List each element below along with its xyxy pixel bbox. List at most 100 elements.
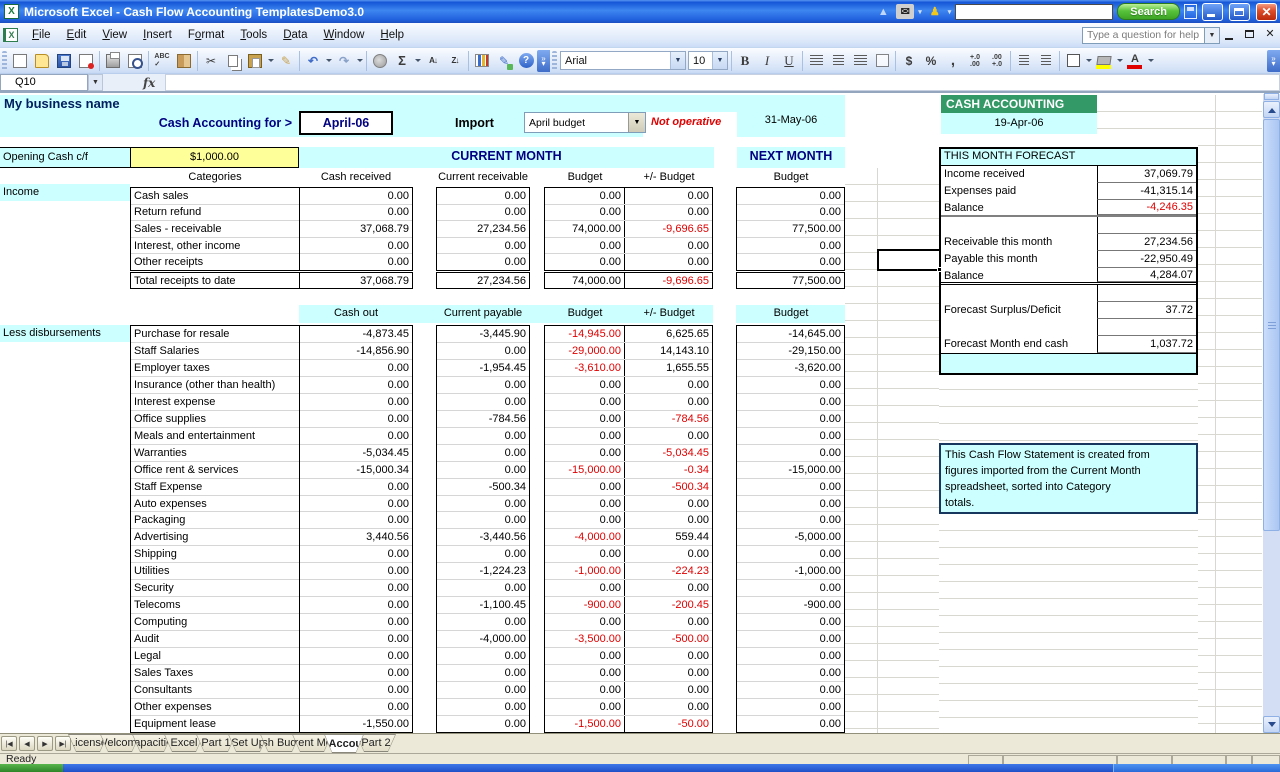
forecast-value[interactable]: 4,284.07	[1097, 268, 1196, 282]
grid-cell-value[interactable]: 0.00	[437, 511, 529, 528]
grid-cell-value[interactable]: -15,000.34	[300, 461, 412, 478]
grid-cell-label[interactable]: Cash sales	[131, 188, 299, 204]
grid-cell-value[interactable]: 37,068.79	[300, 273, 412, 288]
grid-cell-value[interactable]: -50.00	[625, 716, 712, 732]
prev-sheet-icon[interactable]: ◀	[19, 736, 35, 751]
start-button[interactable]	[0, 764, 63, 772]
align-left-icon[interactable]	[805, 51, 827, 71]
grid-cell-value[interactable]: 0.00	[737, 393, 844, 410]
grid-cell-label[interactable]: Staff Expense	[131, 478, 299, 495]
grid-cell-label[interactable]: Purchase for resale	[131, 326, 299, 342]
grid-cell-value[interactable]: 0.00	[545, 580, 625, 596]
grid-cell-value[interactable]: 0.00	[437, 715, 529, 732]
minimize-button[interactable]	[1202, 3, 1223, 21]
grid-cell-value[interactable]: 0.00	[737, 579, 844, 596]
grid-cell-value[interactable]: 0.00	[437, 681, 529, 698]
active-cell-q10[interactable]	[877, 249, 941, 271]
grid-cell-value[interactable]: 0.00	[737, 698, 844, 715]
next-month-header[interactable]: NEXT MONTH	[737, 147, 845, 168]
av-logo-icon[interactable]: ▲	[874, 4, 892, 19]
desktop-search-icon[interactable]	[1184, 4, 1197, 19]
undo-icon[interactable]: ↶	[302, 51, 324, 71]
increase-decimal-icon[interactable]: +.0.00	[964, 51, 986, 71]
forecast-value[interactable]	[1097, 285, 1196, 302]
grid-cell-label[interactable]: Advertising	[131, 528, 299, 545]
grid-cell-label[interactable]: Auto expenses	[131, 495, 299, 512]
grid-cell-label[interactable]: Staff Salaries	[131, 342, 299, 359]
sort-descending-icon[interactable]: Z↓	[444, 51, 466, 71]
forecast-label[interactable]: Balance	[941, 200, 1097, 215]
grid-cell-value[interactable]: 0.00	[737, 204, 844, 221]
fill-handle[interactable]	[937, 267, 942, 272]
grid-cell-value[interactable]: -29,000.00	[545, 343, 625, 359]
grid-cell-value[interactable]: 0.00	[300, 495, 412, 512]
grid-cell-value[interactable]: 0.00	[737, 427, 844, 444]
grid-cell-value[interactable]: -14,945.00	[545, 326, 625, 342]
grid-cell-value[interactable]: 0.00	[545, 699, 625, 715]
grid-cell-value[interactable]: 0.00	[300, 647, 412, 664]
grid-cell-value[interactable]: 0.00	[545, 445, 625, 461]
less-disbursements-label[interactable]: Less disbursements	[0, 325, 130, 342]
grid-cell-value[interactable]: 0.00	[545, 394, 625, 410]
grid-cell-label[interactable]: Audit	[131, 630, 299, 647]
grid-cell-value[interactable]: 0.00	[437, 545, 529, 562]
grid-cell-value[interactable]: 0.00	[300, 630, 412, 647]
grid-cell-value[interactable]: -1,100.45	[437, 596, 529, 613]
grid-cell-value[interactable]: 3,440.56	[300, 528, 412, 545]
grid-cell-value[interactable]: 0.00	[737, 188, 844, 204]
grid-cell-value[interactable]: 0.00	[625, 665, 712, 681]
grid-cell-value[interactable]: 0.00	[545, 682, 625, 698]
chevron-down-icon[interactable]: ▼	[670, 52, 685, 69]
forecast-label[interactable]	[941, 285, 1097, 302]
grid-cell-value[interactable]: -784.56	[625, 411, 712, 427]
grid-cell-value[interactable]: 0.00	[437, 427, 529, 444]
cut-icon[interactable]: ✂	[200, 51, 222, 71]
help-icon[interactable]: ?	[515, 51, 537, 71]
col-header-disb-next-budget[interactable]: Budget	[731, 307, 851, 319]
forecast-value[interactable]: -22,950.49	[1097, 251, 1196, 268]
grid-cell-value[interactable]: 0.00	[545, 428, 625, 444]
tab-cash-accounting[interactable]: Cash Accounting	[324, 734, 364, 753]
grid-cell-label[interactable]: Sales - receivable	[131, 220, 299, 237]
grid-cell-value[interactable]: 0.00	[300, 596, 412, 613]
grid-cell-value[interactable]: 0.00	[300, 376, 412, 393]
grid-cell-value[interactable]: 0.00	[737, 647, 844, 664]
grid-cell-value[interactable]: 0.00	[300, 393, 412, 410]
menu-tools[interactable]: Tools	[232, 26, 275, 44]
borders-dropdown-icon[interactable]	[1084, 51, 1093, 71]
chevron-down-icon[interactable]: ▼	[628, 113, 645, 132]
current-month-header[interactable]: CURRENT MONTH	[299, 147, 714, 168]
spelling-icon[interactable]: ABC✓	[151, 51, 173, 71]
paste-icon[interactable]	[244, 51, 266, 71]
grid-cell-value[interactable]: -224.23	[625, 563, 712, 579]
grid-cell-value[interactable]: -500.34	[625, 479, 712, 495]
grid-cell-value[interactable]: 0.00	[300, 579, 412, 596]
menu-format[interactable]: Format	[180, 26, 232, 44]
grid-cell-value[interactable]: 6,625.65	[625, 326, 712, 342]
grid-cell-label[interactable]: Return refund	[131, 204, 299, 221]
grid-cell-value[interactable]: 0.00	[625, 682, 712, 698]
opening-cash-value[interactable]: $1,000.00	[130, 147, 299, 168]
currency-icon[interactable]: $	[898, 51, 920, 71]
grid-cell-value[interactable]: 0.00	[300, 427, 412, 444]
grid-cell-value[interactable]: -14,856.90	[300, 342, 412, 359]
close-button[interactable]: ✕	[1256, 3, 1277, 21]
grid-cell-label[interactable]: Meals and entertainment	[131, 427, 299, 444]
forecast-value[interactable]: -41,315.14	[1097, 183, 1196, 200]
grid-cell-value[interactable]: 0.00	[545, 512, 625, 528]
grid-cell-value[interactable]: 0.00	[300, 204, 412, 221]
grid-cell-value[interactable]: 0.00	[737, 444, 844, 461]
toolbar-grip[interactable]	[2, 51, 7, 71]
grid-cell-value[interactable]: -900.00	[545, 597, 625, 613]
note-box[interactable]: This Cash Flow Statement is created from…	[939, 443, 1198, 514]
grid-cell-value[interactable]: 0.00	[437, 376, 529, 393]
print-preview-icon[interactable]	[124, 51, 146, 71]
drawing-icon[interactable]: ✎	[493, 51, 515, 71]
search-button[interactable]: Search	[1117, 3, 1180, 20]
grid-cell-value[interactable]: 0.00	[437, 647, 529, 664]
grid-cell-value[interactable]: 0.00	[300, 410, 412, 427]
forecast-label[interactable]: Receivable this month	[941, 234, 1097, 251]
chevron-down-icon[interactable]: ▼	[1204, 28, 1219, 43]
grid-cell-value[interactable]: -14,645.00	[737, 326, 844, 342]
grid-cell-value[interactable]: 0.00	[545, 188, 625, 204]
